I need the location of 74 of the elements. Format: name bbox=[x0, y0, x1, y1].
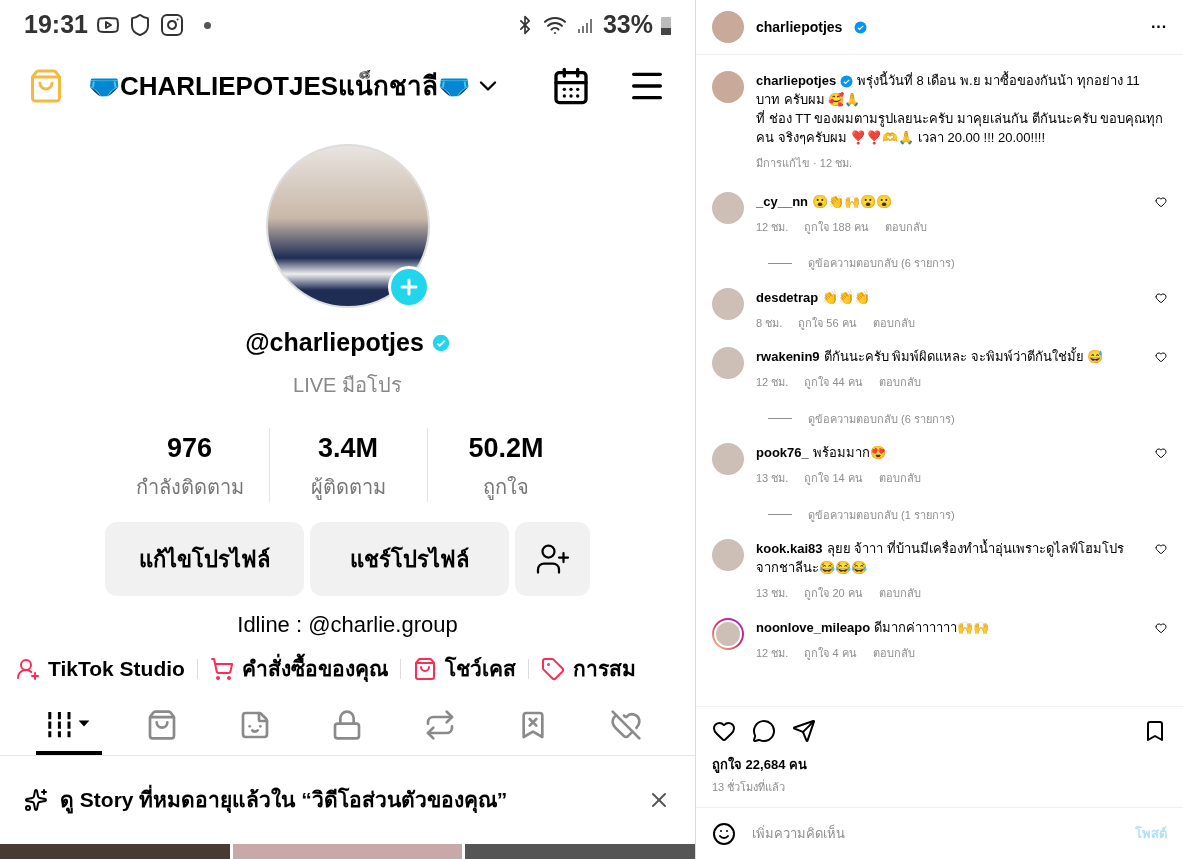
comment-time: 12 ชม. bbox=[756, 645, 789, 661]
stat-label: กำลังติดตาม bbox=[135, 475, 244, 500]
reply-link[interactable]: ตอบกลับ bbox=[884, 218, 927, 235]
video-thumbnail[interactable] bbox=[465, 843, 695, 859]
shortcut-link[interactable]: การสม bbox=[540, 653, 636, 685]
comment-text: noonlove_mileapo ดีมากค่าาาาาา🙌🙌 bbox=[756, 618, 991, 637]
stat-value: 976 bbox=[166, 431, 213, 465]
emoji-icon[interactable] bbox=[712, 821, 736, 846]
battery-level: 33% bbox=[602, 9, 653, 41]
caption-text: charliepotjes พรุ่งนี้วันที่ 8 เดือน พ.ย มาซื้อของกันน้า ทุกอย่าง 11 บาท ครับผม 🥰🙏 ที่ ช่อง TT ของผมตามรูปเลยนะครับ มาคุยเล่นกัน ตีกันนะครับ ขอบคุณทุกคน จริงๆครับผม ❣❣🫶🙏 เวลา 20.00 !!! 20.00!!!! bbox=[756, 71, 1165, 147]
comment-text: rwakenin9 ตีกันนะครับ พิมพ์ผิดแหละ จะพิมพ์ว่าตีกันใช่มั้ย 😅 bbox=[756, 347, 1105, 366]
bio-text: Idline : @charlie.group bbox=[237, 611, 458, 639]
profile-button[interactable]: แก้ไขโปรไฟล์ bbox=[105, 522, 304, 596]
video-thumbnail[interactable] bbox=[232, 843, 463, 859]
comment-likes[interactable]: ถูกใจ 14 คน bbox=[804, 470, 863, 487]
stat-value: 3.4M bbox=[318, 431, 378, 465]
battery-icon bbox=[661, 15, 671, 35]
like-icon[interactable] bbox=[712, 719, 736, 743]
comment-likes[interactable]: ถูกใจ 188 คน bbox=[804, 218, 869, 235]
comment-field[interactable]: เพิ่มความคิดเห็น bbox=[752, 823, 1119, 844]
caption-meta: มีการแก้ไข · 12 ชม. bbox=[756, 156, 854, 171]
reply-link[interactable]: ตอบกลับ bbox=[872, 314, 915, 331]
comment-likes[interactable]: ถูกใจ 56 คน bbox=[798, 314, 857, 331]
stat-label: ถูกใจ bbox=[483, 475, 529, 502]
profile-subtitle: LIVE มือโปร bbox=[293, 372, 402, 398]
likes-count[interactable]: ถูกใจ 22,684 คน bbox=[712, 755, 1167, 775]
comment-text: kook.kai83 ลุยย จ้าาา ที่บ้านมีเครื่องทำน้ำอุ่นเพราะดูไลฟ์โฮมโปรจากชาลีนะ😂😂😂 bbox=[756, 539, 1125, 577]
comment-time: 13 ชม. bbox=[756, 586, 789, 601]
stat-label: ผู้ติดตาม bbox=[310, 475, 386, 502]
comment-likes[interactable]: ถูกใจ 4 คน bbox=[804, 644, 857, 661]
comment-time: 8 ชม. bbox=[756, 315, 783, 331]
heart-hidden-icon bbox=[609, 708, 642, 741]
status-time: 19:31 bbox=[24, 9, 88, 41]
post-time: 13 ชั่วโมงที่แล้ว bbox=[712, 778, 787, 795]
comment-text: desdetrap 👏👏👏 bbox=[756, 288, 872, 307]
comment-likes[interactable]: ถูกใจ 44 คน bbox=[804, 374, 863, 391]
heart-icon[interactable] bbox=[1155, 621, 1167, 634]
view-replies-link[interactable]: ดูข้อความตอบกลับ (1 รายการ) bbox=[808, 506, 955, 523]
heart-icon[interactable] bbox=[1155, 195, 1167, 208]
reply-link[interactable]: ตอบกลับ bbox=[878, 374, 921, 391]
comment-text: pook76_ พร้อมมาก😍 bbox=[756, 444, 887, 462]
heart-icon[interactable] bbox=[1155, 543, 1167, 555]
post-username[interactable]: charliepotjes bbox=[756, 16, 843, 38]
reply-link[interactable]: ตอบกลับ bbox=[872, 644, 915, 661]
share-icon[interactable] bbox=[792, 719, 816, 743]
heart-icon[interactable] bbox=[1155, 447, 1167, 459]
cart-icon bbox=[209, 656, 234, 681]
story-banner-text: ดู Story ที่หมดอายุแล้วใน “วิดีโอส่วนตัวของคุณ” bbox=[60, 783, 635, 816]
shortcut-link[interactable]: TikTok Studio bbox=[16, 653, 185, 685]
story-icon bbox=[24, 787, 48, 812]
heart-icon[interactable] bbox=[1155, 291, 1167, 304]
add-friend-button[interactable] bbox=[515, 522, 590, 596]
profile-handle: @charliepotjes bbox=[245, 327, 424, 358]
tag-icon bbox=[540, 656, 565, 681]
comment-icon[interactable] bbox=[752, 719, 776, 743]
comment-text: _cy__nn 😮👏🙌😮😮 bbox=[756, 192, 894, 211]
comment-likes[interactable]: ถูกใจ 20 คน bbox=[804, 585, 863, 602]
account-switcher[interactable]: 🩲CHARLIEPOTJESแน็กชาลี🩲 bbox=[88, 66, 539, 106]
more-button[interactable]: ··· bbox=[1151, 15, 1167, 39]
reply-link[interactable]: ตอบกลับ bbox=[878, 585, 921, 602]
bag-icon bbox=[412, 656, 437, 681]
comment-time: 13 ชม. bbox=[756, 471, 789, 486]
view-replies-link[interactable]: ดูข้อความตอบกลับ (6 รายการ) bbox=[808, 255, 955, 272]
comment-time: 12 ชม. bbox=[756, 375, 789, 390]
video-thumbnail[interactable] bbox=[0, 843, 230, 859]
comment-time: 12 ชม. bbox=[756, 219, 789, 235]
camera-icon bbox=[159, 13, 184, 37]
shortcut-link[interactable]: โชว์เคส bbox=[412, 653, 516, 685]
view-replies-link[interactable]: ดูข้อความตอบกลับ (6 รายการ) bbox=[808, 410, 955, 427]
reply-link[interactable]: ตอบกลับ bbox=[878, 470, 921, 487]
heart-icon[interactable] bbox=[1155, 351, 1167, 363]
shortcut-link[interactable]: คำสั่งซื้อของคุณ bbox=[209, 653, 388, 685]
profile-button[interactable]: แชร์โปรไฟล์ bbox=[310, 522, 509, 596]
stat-value: 50.2M bbox=[468, 431, 544, 465]
